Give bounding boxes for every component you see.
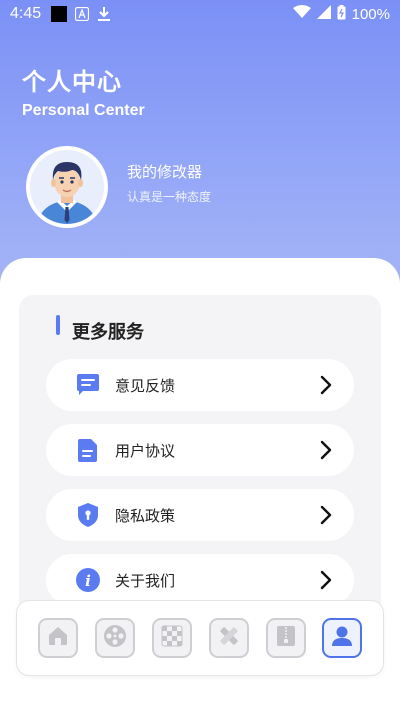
tab-archive[interactable] [266, 618, 306, 658]
menu-item-feedback[interactable]: 意见反馈 [46, 359, 354, 411]
menu-item-about-us[interactable]: i 关于我们 [46, 554, 354, 606]
section-title: 更多服务 [72, 322, 144, 343]
tab-board[interactable] [152, 618, 192, 658]
section-accent-bar [56, 315, 60, 335]
chevron-right-icon [320, 570, 332, 590]
menu-item-label: 关于我们 [115, 572, 176, 590]
home-icon [46, 624, 70, 652]
user-motto: 认真是一种态度 [127, 190, 212, 204]
archive-icon [274, 624, 298, 652]
shield-icon [75, 502, 101, 528]
page-title: 个人中心 [22, 68, 122, 96]
svg-text:i: i [85, 572, 91, 590]
profile-icon [329, 623, 355, 653]
menu-item-label: 用户协议 [115, 442, 176, 460]
menu-item-user-agreement[interactable]: 用户协议 [46, 424, 354, 476]
chevron-right-icon [320, 440, 332, 460]
checkerboard-icon [160, 624, 184, 652]
menu-item-label: 隐私政策 [115, 507, 176, 525]
avatar[interactable] [26, 146, 108, 228]
document-icon [75, 437, 101, 463]
page-subtitle: Personal Center [22, 102, 145, 119]
status-bar: 4:45 100% [0, 0, 400, 28]
wifi-icon [292, 5, 311, 23]
bottom-tab-bar [17, 601, 383, 675]
app-notification-icon [51, 6, 68, 22]
user-avatar-icon [30, 150, 104, 224]
tab-media[interactable] [95, 618, 135, 658]
chevron-right-icon [320, 375, 332, 395]
tab-home[interactable] [38, 618, 78, 658]
chevron-right-icon [320, 505, 332, 525]
battery-percent: 100% [351, 5, 390, 23]
font-app-icon [75, 7, 90, 21]
status-time: 4:45 [10, 5, 42, 22]
battery-icon [337, 4, 346, 24]
download-icon [97, 6, 111, 22]
menu-item-label: 意见反馈 [115, 377, 176, 395]
tab-profile[interactable] [322, 618, 362, 658]
tab-tools[interactable] [209, 618, 249, 658]
menu-item-privacy-policy[interactable]: 隐私政策 [46, 489, 354, 541]
user-name: 我的修改器 [127, 163, 203, 181]
feedback-icon [75, 372, 101, 398]
services-card: 更多服务 意见反馈 用户协议 隐私政策 i 关于我们 [19, 295, 381, 635]
film-reel-icon [102, 623, 128, 653]
signal-icon [316, 5, 331, 23]
pencil-ruler-icon [216, 623, 242, 653]
info-icon: i [75, 567, 101, 593]
